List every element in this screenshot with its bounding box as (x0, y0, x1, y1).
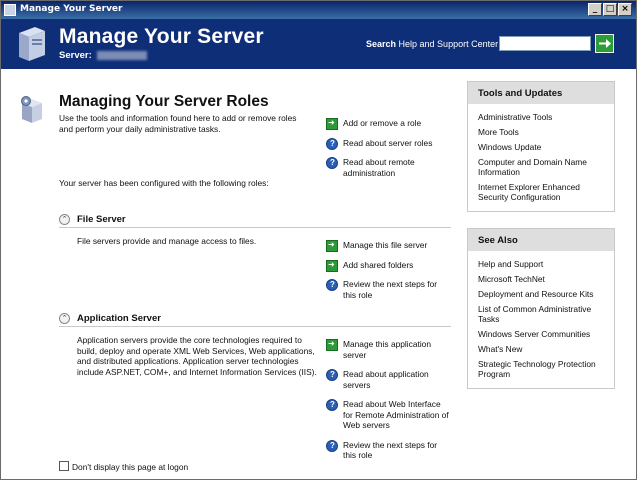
arrow-right-icon (599, 39, 611, 48)
link-windows-server-communities[interactable]: Windows Server Communities (478, 329, 604, 339)
server-name-redacted (97, 51, 147, 60)
window-app-icon (4, 4, 16, 16)
file-server-next-steps-link[interactable]: Review the next steps for this role (326, 279, 451, 300)
read-web-interface-link[interactable]: Read about Web Interface for Remote Admi… (326, 399, 451, 431)
link-computer-domain-name[interactable]: Computer and Domain Name Information (478, 157, 604, 177)
intro-text: Use the tools and information found here… (59, 113, 297, 134)
server-roles-icon (21, 96, 42, 123)
tools-and-updates-panel: Tools and Updates Administrative Tools M… (467, 81, 615, 212)
dont-display-label: Don't display this page at logon (72, 462, 189, 472)
link-microsoft-technet[interactable]: Microsoft TechNet (478, 274, 604, 284)
see-also-title: See Also (468, 229, 614, 251)
application-server-next-steps-link[interactable]: Review the next steps for this role (326, 439, 451, 461)
link-whats-new[interactable]: What's New (478, 344, 604, 354)
add-shared-folders-link[interactable]: Add shared folders (326, 259, 451, 272)
dont-display-checkbox[interactable] (59, 461, 69, 471)
green-arrow-icon (326, 339, 338, 351)
server-label: Server: (59, 50, 92, 61)
manage-application-server-link[interactable]: Manage this application server (326, 339, 451, 360)
see-also-panel: See Also Help and Support Microsoft Tech… (467, 228, 615, 389)
green-arrow-icon (326, 240, 338, 252)
minimize-button[interactable]: _ (588, 3, 602, 16)
link-administrative-tools[interactable]: Administrative Tools (478, 112, 604, 122)
help-icon (326, 369, 338, 381)
close-button[interactable]: × (618, 3, 632, 16)
page-title: Managing Your Server Roles (59, 93, 269, 110)
link-strategic-technology-protection[interactable]: Strategic Technology Protection Program (478, 359, 604, 379)
help-icon (326, 279, 338, 291)
file-server-title: File Server (77, 214, 126, 225)
help-icon (326, 137, 338, 150)
read-application-servers-link[interactable]: Read about application servers (326, 369, 451, 390)
search-label: Search Help and Support Center (366, 39, 499, 49)
link-windows-update[interactable]: Windows Update (478, 142, 604, 152)
app-title: Manage Your Server (59, 25, 264, 48)
green-arrow-icon (326, 118, 338, 130)
link-ie-enhanced-security[interactable]: Internet Explorer Enhanced Security Conf… (478, 182, 604, 202)
help-icon (326, 439, 338, 452)
application-server-title: Application Server (77, 313, 161, 324)
application-server-section-header: ⌃ Application Server (59, 313, 451, 327)
top-task-list: Add or remove a role Read about server r… (326, 118, 451, 187)
file-server-section-header: ⌃ File Server (59, 214, 451, 228)
title-bar[interactable]: Manage Your Server _ □ × (1, 1, 636, 19)
dont-display-checkbox-row[interactable]: Don't display this page at logon (59, 461, 188, 472)
main-content: Managing Your Server Roles Use the tools… (1, 69, 636, 479)
manage-file-server-link[interactable]: Manage this file server (326, 240, 451, 252)
help-icon (326, 399, 338, 411)
collapse-chevron-icon[interactable]: ⌃ (59, 313, 70, 324)
collapse-chevron-icon[interactable]: ⌃ (59, 214, 70, 225)
maximize-button[interactable]: □ (603, 3, 617, 16)
application-server-task-list: Manage this application server Read abou… (326, 339, 451, 470)
read-remote-admin-link[interactable]: Read about remote administration (326, 157, 451, 178)
configured-roles-text: Your server has been configured with the… (59, 178, 269, 188)
window-title: Manage Your Server (20, 4, 123, 14)
server-icon (19, 27, 45, 61)
tools-and-updates-title: Tools and Updates (468, 82, 614, 104)
file-server-task-list: Manage this file server Add shared folde… (326, 240, 451, 309)
green-arrow-icon (326, 259, 338, 272)
help-icon (326, 157, 338, 169)
search-go-button[interactable] (595, 34, 614, 53)
file-server-description: File servers provide and manage access t… (77, 236, 257, 246)
search-input[interactable] (499, 36, 591, 51)
link-more-tools[interactable]: More Tools (478, 127, 604, 137)
application-server-description: Application servers provide the core tec… (77, 335, 317, 377)
read-server-roles-link[interactable]: Read about server roles (326, 137, 451, 150)
link-common-admin-tasks[interactable]: List of Common Administrative Tasks (478, 304, 604, 324)
manage-your-server-window: Manage Your Server _ □ × Manage Your Ser… (0, 0, 637, 480)
link-deployment-resource-kits[interactable]: Deployment and Resource Kits (478, 289, 604, 299)
link-help-and-support[interactable]: Help and Support (478, 259, 604, 269)
add-remove-role-link[interactable]: Add or remove a role (326, 118, 451, 130)
header-banner: Manage Your Server Server: Search Help a… (1, 19, 636, 69)
